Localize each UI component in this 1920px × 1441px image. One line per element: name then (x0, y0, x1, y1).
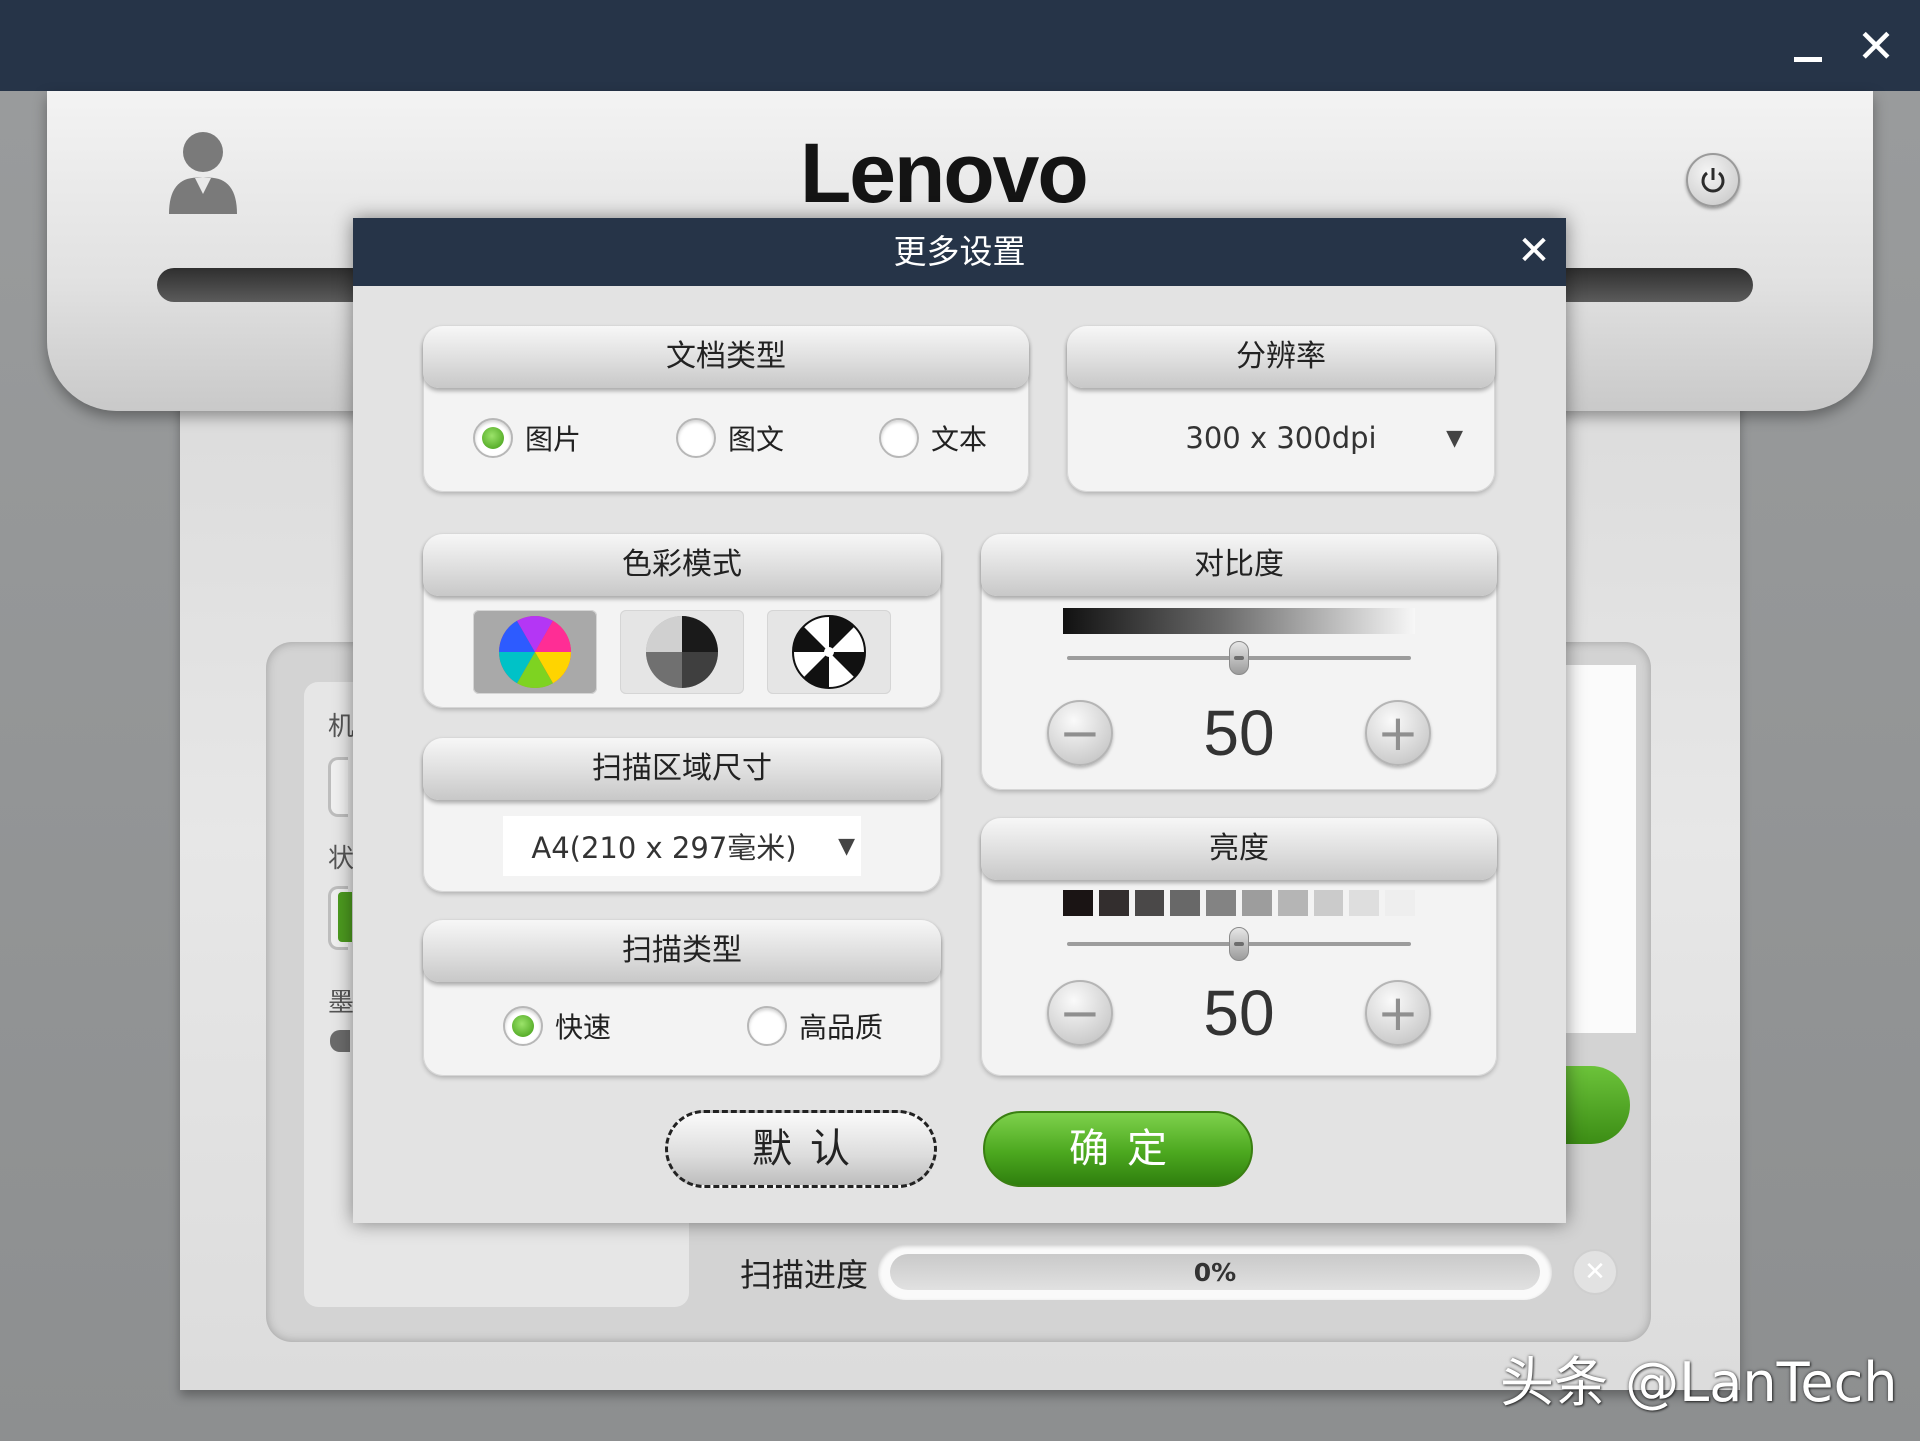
ok-button[interactable]: 确定 (983, 1111, 1253, 1187)
cancel-icon: ✕ (1584, 1257, 1606, 1287)
scan-type-option-label: 快速 (555, 1011, 612, 1044)
brightness-plus-button[interactable]: + (1365, 980, 1431, 1046)
radio-selected (473, 418, 513, 458)
brightness-swatches (1063, 890, 1415, 916)
scan-type-title: 扫描类型 (423, 920, 941, 982)
contrast-value: 50 (1203, 697, 1275, 769)
minimize-icon (1794, 56, 1822, 62)
brightness-group: 亮度 − 50 + (981, 818, 1497, 1076)
minimize-button[interactable] (1780, 18, 1836, 74)
brightness-title: 亮度 (981, 818, 1497, 880)
scan-area-value: A4(210 x 297毫米) (531, 831, 797, 865)
close-window-button[interactable]: ✕ (1848, 18, 1904, 74)
radio-unselected (747, 1006, 787, 1046)
dialog-title: 更多设置 (893, 232, 1026, 271)
doc-type-option-mixed[interactable]: 图文 (676, 418, 784, 458)
progress-value: 0% (1193, 1257, 1237, 1287)
dropdown-arrow-icon: ▼ (838, 833, 855, 859)
progress-label: 扫描进度 (740, 1256, 869, 1294)
doc-type-option-label: 图片 (525, 423, 582, 456)
brightness-slider-thumb[interactable] (1229, 927, 1249, 961)
default-button[interactable]: 默认 (665, 1110, 937, 1188)
resolution-select[interactable]: 300 x 300dpi ▼ (1087, 408, 1475, 468)
ink-label: 墨 (328, 988, 354, 1018)
user-icon[interactable] (165, 128, 241, 216)
more-settings-dialog: 更多设置 ✕ 文档类型 图片 图文 文本 分辨率 300 x 300dpi ▼ … (353, 218, 1566, 1223)
power-button[interactable] (1686, 153, 1740, 207)
radio-unselected (879, 418, 919, 458)
doc-type-option-text[interactable]: 文本 (879, 418, 987, 458)
color-mode-title: 色彩模式 (423, 534, 941, 596)
scan-type-option-fast[interactable]: 快速 (503, 1006, 611, 1046)
close-icon: ✕ (1517, 228, 1551, 274)
contrast-plus-button[interactable]: + (1365, 700, 1431, 766)
plus-icon: + (1377, 984, 1419, 1042)
doc-type-option-label: 图文 (728, 423, 785, 456)
contrast-gradient (1063, 608, 1415, 634)
device-label: 机 (328, 712, 354, 742)
dropdown-arrow-icon: ▼ (1446, 425, 1463, 451)
preview-area (1560, 665, 1636, 1033)
radio-selected (503, 1006, 543, 1046)
app-titlebar: ✕ (0, 0, 1920, 91)
color-mode-bw[interactable] (767, 610, 891, 694)
dialog-close-button[interactable]: ✕ (1511, 228, 1557, 274)
device-field (328, 757, 348, 817)
scan-area-select[interactable]: A4(210 x 297毫米) ▼ (503, 816, 861, 876)
color-mode-color[interactable] (473, 610, 597, 694)
close-icon: ✕ (1856, 19, 1896, 73)
doc-type-group: 文档类型 图片 图文 文本 (423, 326, 1029, 492)
brightness-minus-button[interactable]: − (1047, 980, 1113, 1046)
ink-level-slider (330, 1030, 350, 1052)
contrast-minus-button[interactable]: − (1047, 700, 1113, 766)
power-icon (1701, 168, 1725, 193)
grayscale-wheel-icon (646, 616, 718, 688)
contrast-title: 对比度 (981, 534, 1497, 596)
contrast-slider-thumb[interactable] (1229, 641, 1249, 675)
doc-type-title: 文档类型 (423, 326, 1029, 388)
radio-unselected (676, 418, 716, 458)
dialog-header: 更多设置 ✕ (353, 218, 1566, 286)
cancel-scan-button[interactable]: ✕ (1572, 1249, 1618, 1295)
watermark: 头条 @LanTech (1500, 1351, 1898, 1414)
scan-type-group: 扫描类型 快速 高品质 (423, 920, 941, 1076)
color-mode-group: 色彩模式 (423, 534, 941, 708)
resolution-group: 分辨率 300 x 300dpi ▼ (1067, 326, 1495, 492)
brand-logo: Lenovo (800, 126, 1089, 220)
color-wheel-icon (499, 615, 571, 689)
doc-type-option-image[interactable]: 图片 (473, 418, 581, 458)
contrast-group: 对比度 − 50 + (981, 534, 1497, 790)
plus-icon: + (1377, 704, 1419, 762)
progress-bar: 0% (878, 1244, 1552, 1300)
resolution-title: 分辨率 (1067, 326, 1495, 388)
resolution-value: 300 x 300dpi (1185, 421, 1377, 455)
scan-area-title: 扫描区域尺寸 (423, 738, 941, 800)
scan-type-option-hq[interactable]: 高品质 (747, 1006, 883, 1046)
brightness-value: 50 (1203, 977, 1275, 1049)
color-mode-grayscale[interactable] (620, 610, 744, 694)
scan-area-group: 扫描区域尺寸 A4(210 x 297毫米) ▼ (423, 738, 941, 892)
black-white-wheel-icon (792, 615, 866, 689)
doc-type-option-label: 文本 (931, 423, 988, 456)
minus-icon: − (1059, 984, 1101, 1042)
minus-icon: − (1059, 704, 1101, 762)
status-label: 状 (328, 844, 354, 874)
status-indicator (338, 892, 352, 942)
scan-type-option-label: 高品质 (799, 1011, 884, 1044)
